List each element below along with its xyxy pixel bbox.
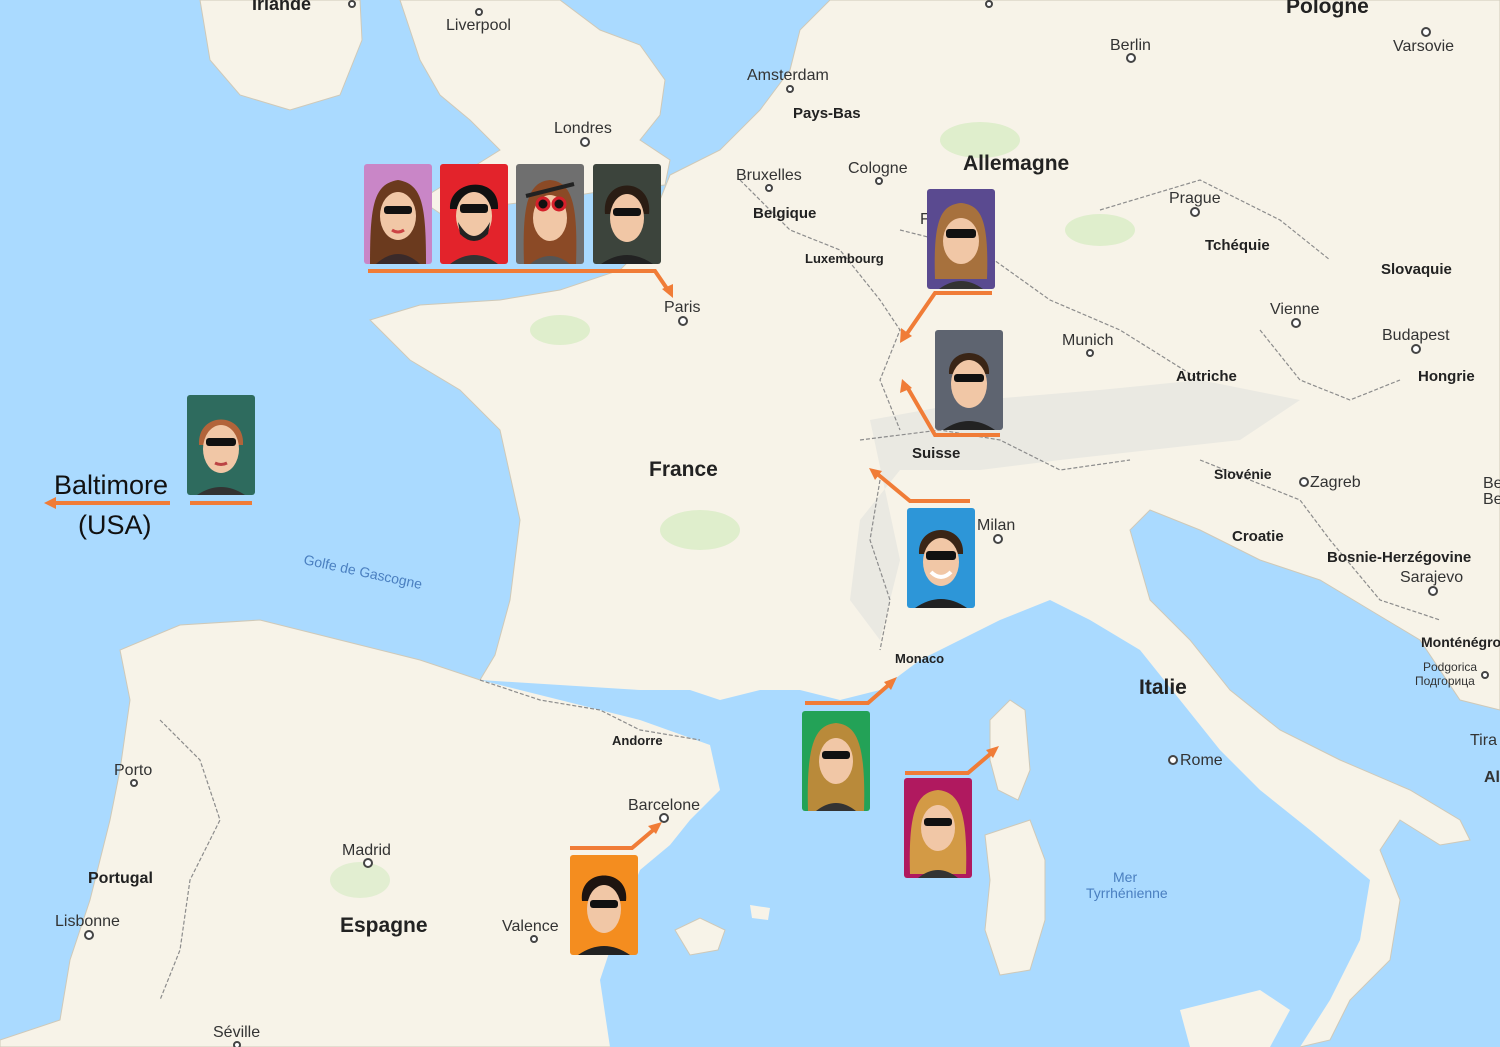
country-belgique: Belgique (753, 205, 816, 222)
city-podgorica-cyr: Подгорица (1415, 674, 1475, 688)
city-cologne: Cologne (848, 160, 908, 177)
city-vienne: Vienne (1270, 301, 1320, 318)
baltimore-label: Baltimore (54, 470, 169, 500)
country-autriche: Autriche (1176, 368, 1237, 385)
city-prague: Prague (1169, 190, 1221, 207)
city-milan: Milan (977, 517, 1015, 534)
woman-red-glasses-icon (523, 180, 577, 264)
country-bosnie: Bosnie-Herzégovine (1327, 549, 1471, 566)
card-purple-woman[interactable] (927, 189, 995, 289)
city-be-2: Be (1483, 491, 1500, 508)
card-teal-woman[interactable] (187, 395, 255, 495)
city-bruxelles: Bruxelles (736, 167, 802, 184)
city-al: Al (1484, 769, 1500, 786)
country-suisse: Suisse (912, 445, 960, 462)
city-zagreb: Zagreb (1310, 474, 1361, 491)
card-pink-masked-woman[interactable] (364, 164, 432, 264)
masked-man-icon (578, 875, 630, 955)
city-valence: Valence (502, 918, 559, 935)
masked-woman-icon (909, 790, 967, 878)
country-pays-bas: Pays-Bas (793, 105, 861, 122)
country-luxembourg: Luxembourg (805, 251, 884, 266)
city-budapest: Budapest (1382, 327, 1450, 344)
card-green-blonde-woman[interactable] (802, 711, 870, 811)
country-monaco: Monaco (895, 651, 944, 666)
country-slovaquie: Slovaquie (1381, 261, 1452, 278)
country-andorre: Andorre (612, 733, 663, 748)
card-magenta-blonde-woman[interactable] (904, 778, 972, 878)
city-paris: Paris (664, 299, 700, 316)
country-portugal: Portugal (88, 870, 153, 887)
masked-bearded-man-icon (449, 184, 499, 264)
country-slovenie: Slovénie (1214, 466, 1272, 482)
city-tira: Tira (1470, 732, 1497, 749)
country-allemagne: Allemagne (963, 152, 1069, 175)
city-amsterdam: Amsterdam (747, 67, 829, 84)
card-grey-woman-red-glasses[interactable] (516, 164, 584, 264)
masked-man-icon (915, 530, 967, 608)
mer-label-1: Mer (1113, 869, 1137, 885)
masked-woman-icon (807, 723, 865, 811)
mer-label-2: Tyrrhénienne (1086, 885, 1168, 901)
city-seville: Séville (213, 1024, 260, 1041)
country-france: France (649, 458, 718, 481)
city-rome: Rome (1180, 752, 1223, 769)
city-liverpool: Liverpool (446, 17, 511, 34)
country-italie: Italie (1139, 676, 1187, 699)
map-stage: Golfe de Gascogne Mer Tyrrhénienne Irlan… (0, 0, 1500, 1047)
city-munich: Munich (1062, 332, 1114, 349)
country-pologne: Pologne (1286, 0, 1369, 18)
city-londres: Londres (554, 120, 612, 137)
masked-woman-icon (197, 419, 245, 495)
city-be-1: Be (1483, 475, 1500, 492)
masked-man-icon (943, 353, 995, 430)
country-tcheque: Tchéquie (1205, 237, 1270, 254)
country-espagne: Espagne (340, 914, 428, 937)
card-red-bearded-man[interactable] (440, 164, 508, 264)
city-lisbonne: Lisbonne (55, 913, 120, 930)
city-podgorica: Podgorica (1423, 660, 1477, 674)
card-orange-man[interactable] (570, 855, 638, 955)
city-berlin: Berlin (1110, 37, 1151, 54)
city-madrid: Madrid (342, 842, 391, 859)
country-irlande: Irlande (252, 0, 311, 14)
country-hongrie: Hongrie (1418, 368, 1475, 385)
city-sarajevo: Sarajevo (1400, 569, 1463, 586)
card-slate-man[interactable] (935, 330, 1003, 430)
masked-woman-icon (370, 180, 426, 264)
city-porto: Porto (114, 762, 152, 779)
card-dark-green-man[interactable] (593, 164, 661, 264)
masked-man-icon (601, 185, 653, 264)
usa-label: (USA) (78, 510, 152, 540)
card-blue-man[interactable] (907, 508, 975, 608)
city-barcelone: Barcelone (628, 797, 700, 814)
masked-woman-icon (934, 203, 988, 289)
country-croatie: Croatie (1232, 528, 1284, 545)
city-varsovie: Varsovie (1393, 38, 1454, 55)
country-montenegro: Monténégro (1421, 634, 1500, 650)
europe-map[interactable]: Golfe de Gascogne Mer Tyrrhénienne Irlan… (0, 0, 1500, 1047)
